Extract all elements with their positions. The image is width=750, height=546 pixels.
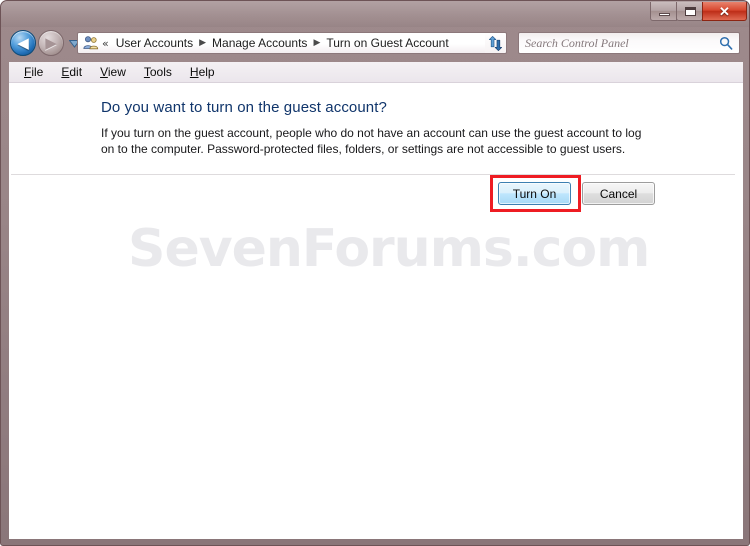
menu-help[interactable]: Help — [181, 63, 224, 82]
menu-tools[interactable]: Tools — [135, 63, 181, 82]
menu-bar: File Edit View Tools Help — [9, 62, 743, 83]
breadcrumb-user-accounts[interactable]: User Accounts — [113, 35, 196, 51]
menu-help-label: elp — [198, 64, 215, 79]
title-bar[interactable]: ✕ — [1, 1, 749, 27]
minimize-button[interactable] — [650, 2, 677, 21]
menu-edit[interactable]: Edit — [52, 63, 91, 82]
refresh-icon — [488, 35, 503, 51]
button-row: Turn On Cancel — [490, 175, 655, 212]
close-button[interactable]: ✕ — [702, 2, 747, 21]
menu-tools-label: ools — [149, 64, 172, 79]
divider — [11, 174, 735, 175]
breadcrumb-manage-accounts[interactable]: Manage Accounts — [209, 35, 310, 51]
menu-view[interactable]: View — [91, 63, 135, 82]
content-area: SevenForums.com Do you want to turn on t… — [9, 83, 743, 539]
refresh-button[interactable] — [485, 32, 507, 54]
menu-view-label: iew — [107, 64, 126, 79]
user-accounts-icon — [81, 35, 101, 51]
forward-button[interactable]: ▶ — [38, 30, 64, 56]
breadcrumb-overflow-button[interactable]: « — [101, 37, 113, 50]
breadcrumb-turn-on-guest-account[interactable]: Turn on Guest Account — [323, 35, 451, 51]
turn-on-button[interactable]: Turn On — [498, 182, 571, 205]
minimize-icon — [659, 13, 670, 16]
maximize-icon — [685, 7, 696, 16]
search-box[interactable] — [518, 32, 740, 54]
watermark: SevenForums.com — [128, 219, 650, 279]
menu-file[interactable]: File — [15, 63, 52, 82]
back-arrow-icon: ◀ — [17, 33, 29, 52]
menu-view-accel: V — [100, 64, 108, 79]
menu-help-accel: H — [189, 64, 199, 79]
search-icon[interactable] — [719, 36, 733, 50]
description-text: If you turn on the guest account, people… — [101, 126, 642, 156]
turn-on-button-wrapper: Turn On — [490, 175, 581, 212]
control-panel-window: ✕ ◀ ▶ « User Accounts ▶ Manage Accounts … — [0, 0, 750, 546]
page-title: Do you want to turn on the guest account… — [101, 99, 387, 116]
forward-arrow-icon: ▶ — [45, 33, 57, 52]
address-bar[interactable]: « User Accounts ▶ Manage Accounts ▶ Turn… — [77, 32, 505, 54]
menu-edit-label: dit — [69, 64, 83, 79]
maximize-button[interactable] — [676, 2, 703, 21]
breadcrumb-separator-1-icon[interactable]: ▶ — [196, 38, 209, 48]
close-icon: ✕ — [719, 4, 730, 19]
window-controls: ✕ — [650, 2, 747, 23]
nav-arrow-group: ◀ ▶ — [10, 30, 80, 56]
back-button[interactable]: ◀ — [10, 30, 36, 56]
title-bar-sheen — [1, 1, 749, 27]
navigation-bar: ◀ ▶ « User Accounts ▶ Manage Accounts ▶ … — [1, 27, 749, 62]
menu-file-label: ile — [31, 64, 44, 79]
breadcrumb-separator-2-icon[interactable]: ▶ — [310, 38, 323, 48]
search-input[interactable] — [525, 35, 705, 51]
cancel-button[interactable]: Cancel — [582, 182, 655, 205]
